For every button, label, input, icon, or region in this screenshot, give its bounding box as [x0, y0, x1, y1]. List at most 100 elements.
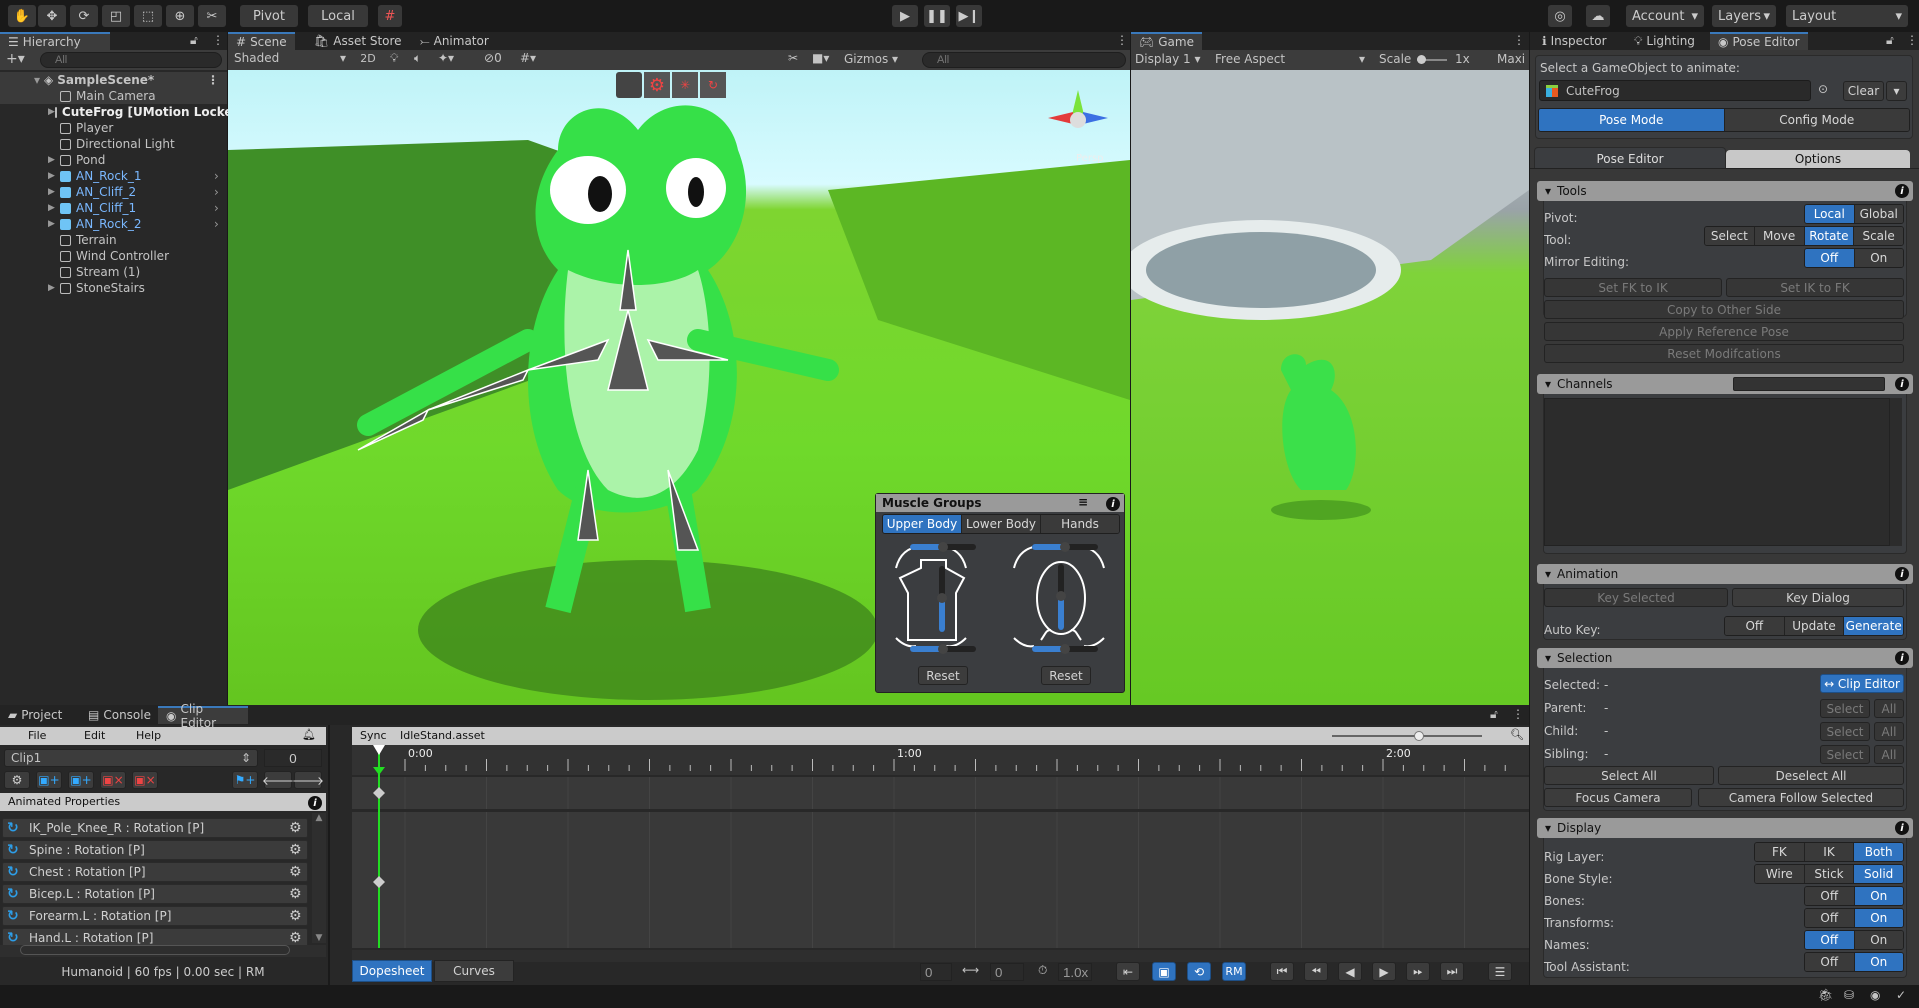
scene-root[interactable]: ▾ ◈ SampleScene* ⋮ [0, 72, 227, 88]
chevron-right-icon[interactable]: › [214, 217, 219, 231]
scene-search-input[interactable] [922, 52, 1126, 68]
hierarchy-item[interactable]: Directional Light [0, 136, 227, 152]
new-clip-button[interactable]: ▣+ [36, 771, 62, 789]
chevron-right-icon[interactable]: › [214, 201, 219, 215]
hierarchy-search-input[interactable] [40, 52, 222, 68]
sync-button[interactable]: Sync [360, 729, 387, 742]
reset-head-button[interactable]: Reset [1041, 666, 1091, 685]
camera-icon[interactable]: ■▾ [812, 51, 829, 65]
camera-follow-selected-button[interactable]: Camera Follow Selected [1698, 788, 1904, 807]
display-header[interactable]: ▾ Display i [1537, 818, 1913, 838]
object-picker-icon[interactable]: ⊙ [1818, 82, 1828, 96]
select-all-small-button[interactable]: All [1874, 699, 1904, 718]
properties-vscrollbar[interactable]: ▲ ▼ [312, 813, 326, 943]
more-icon[interactable]: ⋮ [1116, 33, 1128, 47]
effects-toggle-icon[interactable]: ✦▾ [438, 51, 454, 65]
hierarchy-item[interactable]: Player [0, 120, 227, 136]
hierarchy-item[interactable]: ▶ AN_Cliff_2 › [0, 184, 227, 200]
tab-console[interactable]: ▤ Console [80, 706, 159, 724]
hierarchy-item[interactable]: ▶ AN_Rock_2 › [0, 216, 227, 232]
add-event-button[interactable]: ⚑+ [232, 771, 258, 789]
maximize-toggle[interactable]: Maxi [1497, 52, 1525, 66]
prev-key-button[interactable]: 🡐 [262, 771, 294, 789]
clip-settings-button[interactable]: ⚙ [4, 771, 30, 789]
toggle-option[interactable]: Off [1805, 953, 1855, 971]
cloud-icon[interactable]: ☁ [1586, 5, 1610, 27]
hand-tool-button[interactable]: ✋ [8, 5, 36, 27]
hierarchy-item[interactable]: Wind Controller [0, 248, 227, 264]
start-frame-input[interactable] [920, 963, 952, 981]
cache-icon[interactable]: ⛁ [1844, 988, 1854, 1002]
rotate-tool-button[interactable]: ⟳ [70, 5, 98, 27]
channels-header[interactable]: ▾ Channels i [1537, 374, 1913, 394]
autokey-off[interactable]: Off [1725, 617, 1785, 635]
gear-icon[interactable]: ⚙ [289, 820, 307, 836]
duplicate-clip-button[interactable]: ▣+ [68, 771, 94, 789]
collab-icon[interactable]: ◎ [1548, 5, 1572, 27]
splitter[interactable] [328, 725, 330, 985]
pivot-button[interactable]: Pivot [240, 5, 298, 27]
audio-toggle-icon[interactable]: 🔈︎ [414, 51, 421, 66]
copy-to-other-side-button[interactable]: Copy to Other Side [1544, 300, 1904, 319]
expand-arrow-icon[interactable]: ▶ [48, 107, 55, 117]
add-button[interactable]: +▾ [6, 51, 25, 67]
frame-input[interactable] [264, 749, 322, 767]
speed-input[interactable] [1058, 963, 1092, 981]
account-dropdown[interactable]: Account ▾ [1626, 5, 1704, 27]
hierarchy-item[interactable]: ▶ AN_Cliff_1 › [0, 200, 227, 216]
tab-inspector[interactable]: ℹ Inspector [1534, 32, 1615, 50]
property-row[interactable]: ↻ Forearm.L : Rotation [P] ⚙ [2, 906, 308, 926]
menu-file[interactable]: File [28, 729, 46, 742]
tab-upper-body[interactable]: Upper Body [883, 515, 962, 533]
tab-asset-store[interactable]: 🛍︎ Asset Store [306, 32, 410, 50]
info-icon[interactable]: i [308, 796, 322, 810]
local-button[interactable]: Local [308, 5, 368, 27]
loop-button[interactable]: ⟲ [1187, 962, 1211, 981]
toggle-option[interactable]: Stick [1804, 865, 1855, 883]
toggle-option[interactable]: Both [1854, 843, 1903, 861]
toggle-option[interactable]: Off [1805, 909, 1855, 927]
select-button[interactable]: Select [1820, 722, 1870, 741]
focus-camera-button[interactable]: Focus Camera [1544, 788, 1692, 807]
check-icon[interactable]: ✓ [1896, 988, 1906, 1002]
settings-gear-icon[interactable]: ⚙ [644, 72, 670, 98]
scale-tool-button[interactable]: ◰ [102, 5, 130, 27]
notification-bell-icon[interactable]: 🔔︎ [302, 728, 316, 741]
select-button[interactable]: Select [1820, 745, 1870, 764]
tab-lighting[interactable]: 💡︎ Lighting [1626, 32, 1703, 50]
clip-editor-button[interactable]: ↔ Clip Editor [1820, 674, 1904, 693]
scale-slider[interactable] [1417, 55, 1447, 64]
more-icon[interactable]: ⋮ [1513, 33, 1525, 47]
length-input[interactable] [990, 963, 1024, 981]
menu-icon[interactable]: ≡ [1078, 495, 1088, 509]
tool-move[interactable]: Move [1754, 227, 1805, 245]
pose-tool-icon[interactable] [616, 72, 642, 98]
expand-arrow-icon[interactable]: ▶ [48, 219, 60, 229]
timeline-zoom-slider[interactable] [1332, 731, 1482, 741]
toggle-option[interactable]: Off [1805, 931, 1855, 949]
toggle-option[interactable]: IK [1804, 843, 1855, 861]
hierarchy-item[interactable]: ▶ CuteFrog [UMotion Locke [0, 104, 233, 120]
menu-help[interactable]: Help [136, 729, 161, 742]
info-icon[interactable]: i [1895, 821, 1909, 835]
gear-icon[interactable]: ⚙ [289, 864, 307, 880]
channels-scrollbar[interactable] [1890, 398, 1902, 546]
hierarchy-item[interactable]: Terrain [0, 232, 227, 248]
key-dialog-button[interactable]: Key Dialog [1732, 588, 1904, 607]
tab-hands[interactable]: Hands [1041, 515, 1119, 533]
tool-scale[interactable]: Scale [1854, 227, 1903, 245]
transform-tool-button[interactable]: ⊕ [166, 5, 194, 27]
chevron-right-icon[interactable]: › [214, 185, 219, 199]
tool-select[interactable]: Select [1705, 227, 1755, 245]
chevron-right-icon[interactable]: › [214, 169, 219, 183]
layers-dropdown[interactable]: Layers ▾ [1712, 5, 1776, 27]
orientation-gizmo[interactable]: Persp [1048, 90, 1108, 164]
subtab-options[interactable]: Options [1726, 150, 1910, 168]
delete-all-clips-button[interactable]: ▣× [132, 771, 158, 789]
scene-viewport[interactable]: ⚙ ✳ ↻ Persp Muscle Groups ≡ i Upper Body… [228, 70, 1130, 705]
toggle-option[interactable]: Off [1805, 887, 1855, 905]
timeline-play-button[interactable]: ▶ [1372, 962, 1396, 981]
grid-snap-button[interactable]: # [378, 5, 402, 27]
toggle-option[interactable]: Wire [1755, 865, 1805, 883]
rect-tool-button[interactable]: ⬚ [134, 5, 162, 27]
